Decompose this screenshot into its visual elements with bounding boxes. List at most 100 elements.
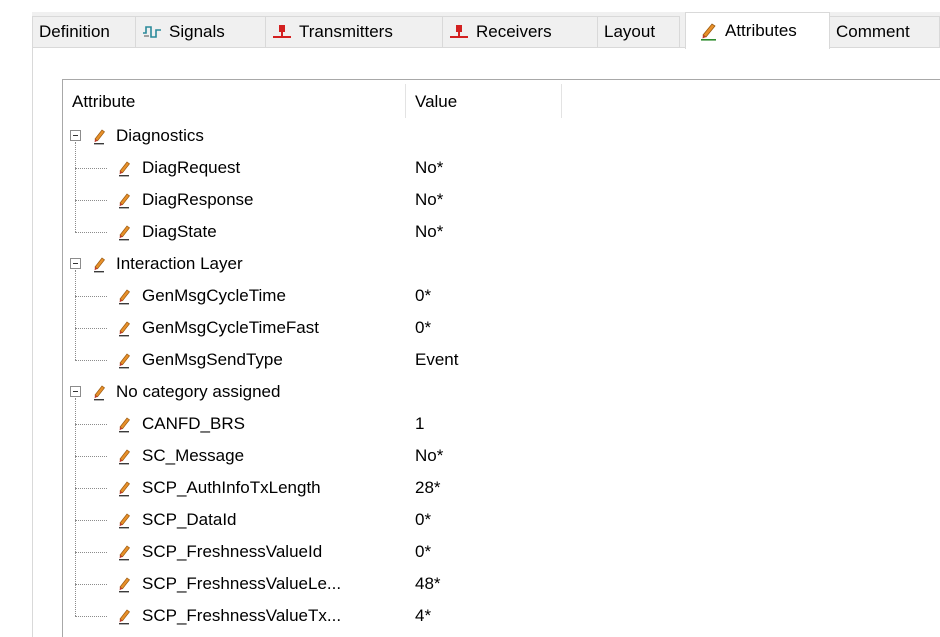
column-header-attribute[interactable]: Attribute xyxy=(63,80,405,120)
tab-signals[interactable]: Signals xyxy=(135,16,266,47)
tree-group-row[interactable]: Interaction Layer xyxy=(63,248,623,280)
attribute-name: SCP_FreshnessValueLe... xyxy=(142,574,342,593)
signals-icon xyxy=(142,24,162,40)
tab-definition[interactable]: Definition xyxy=(32,16,136,47)
tree-guide-line xyxy=(75,142,76,232)
attribute-pencil-icon xyxy=(93,255,107,278)
attribute-name: GenMsgSendType xyxy=(142,350,283,369)
attribute-name: GenMsgCycleTimeFast xyxy=(142,318,319,337)
attribute-value[interactable]: 48* xyxy=(415,568,441,600)
attribute-value[interactable]: 0* xyxy=(415,312,431,344)
attribute-name: SCP_FreshnessValueId xyxy=(142,542,323,561)
attribute-value[interactable]: No* xyxy=(415,184,443,216)
group-label: Interaction Layer xyxy=(116,254,243,273)
attribute-name: SCP_FreshnessValueTx... xyxy=(142,606,342,625)
tab-transmitters[interactable]: Transmitters xyxy=(265,16,443,47)
attribute-value[interactable]: 0* xyxy=(415,280,431,312)
tree-group-row[interactable]: Diagnostics xyxy=(63,120,623,152)
collapse-icon[interactable] xyxy=(70,130,81,141)
attribute-name: DiagState xyxy=(142,222,217,241)
tree-guide-line xyxy=(75,616,107,617)
tree-row[interactable]: GenMsgCycleTimeFast 0* xyxy=(63,312,623,344)
attribute-name: CANFD_BRS xyxy=(142,414,245,433)
attribute-pencil-icon xyxy=(118,447,132,470)
tree-row[interactable]: DiagResponse No* xyxy=(63,184,623,216)
tree-guide-line xyxy=(75,488,107,489)
attribute-value[interactable]: No* xyxy=(415,440,443,472)
tab-label: Attributes xyxy=(725,21,797,40)
attribute-name: SCP_DataId xyxy=(142,510,237,529)
attribute-value[interactable]: No* xyxy=(415,152,443,184)
tree-guide-line xyxy=(75,168,107,169)
attribute-value[interactable]: 28* xyxy=(415,472,441,504)
attribute-pencil-icon xyxy=(118,479,132,502)
transmitter-icon xyxy=(272,24,292,40)
attribute-pencil-icon xyxy=(118,543,132,566)
attribute-name: SCP_AuthInfoTxLength xyxy=(142,478,321,497)
tab-layout[interactable]: Layout xyxy=(597,16,680,47)
tab-receivers[interactable]: Receivers xyxy=(442,16,598,47)
attribute-pencil-icon xyxy=(118,191,132,214)
tree-guide-line xyxy=(75,584,107,585)
tree-row[interactable]: DiagRequest No* xyxy=(63,152,623,184)
tab-label: Signals xyxy=(169,22,225,41)
tree-guide-line xyxy=(75,270,76,360)
attribute-pencil-icon xyxy=(118,319,132,342)
attribute-pencil-icon xyxy=(93,127,107,150)
tree-row[interactable]: SC_Message No* xyxy=(63,440,623,472)
attribute-name: GenMsgCycleTime xyxy=(142,286,286,305)
tree-guide-line xyxy=(75,398,76,616)
content-panel-border xyxy=(32,48,33,637)
receiver-icon xyxy=(449,24,469,40)
tab-label: Transmitters xyxy=(299,22,393,41)
tree-row[interactable]: DiagState No* xyxy=(63,216,623,248)
tab-label: Comment xyxy=(836,22,910,41)
tab-attributes[interactable]: Attributes xyxy=(685,12,830,49)
tree-row[interactable]: GenMsgSendType Event xyxy=(63,344,623,376)
tab-label: Definition xyxy=(39,22,110,41)
tab-comment[interactable]: Comment xyxy=(829,16,940,47)
tree-guide-line xyxy=(75,296,107,297)
tree-guide-line xyxy=(75,232,107,233)
tree-guide-line xyxy=(75,456,107,457)
collapse-icon[interactable] xyxy=(70,386,81,397)
tab-bar: Definition Signals Transmitters Receiver… xyxy=(32,12,940,49)
attribute-pencil-icon xyxy=(118,351,132,374)
attribute-pencil-icon xyxy=(118,287,132,310)
tree-row[interactable]: SCP_FreshnessValueId 0* xyxy=(63,536,623,568)
attribute-value[interactable]: 0* xyxy=(415,536,431,568)
attribute-pencil-icon xyxy=(118,159,132,182)
tree-row[interactable]: CANFD_BRS 1 xyxy=(63,408,623,440)
tree-row[interactable]: SCP_FreshnessValueLe... 48* xyxy=(63,568,623,600)
attribute-name: DiagResponse xyxy=(142,190,254,209)
tree-row[interactable]: SCP_FreshnessValueTx... 4* xyxy=(63,600,623,632)
tree-row[interactable]: SCP_AuthInfoTxLength 28* xyxy=(63,472,623,504)
tree-group-row[interactable]: No category assigned xyxy=(63,376,623,408)
group-label: No category assigned xyxy=(116,382,281,401)
tree-row[interactable]: SCP_DataId 0* xyxy=(63,504,623,536)
attribute-value[interactable]: 4* xyxy=(415,600,431,632)
attribute-pencil-icon xyxy=(118,511,132,534)
attribute-pencil-icon xyxy=(118,415,132,438)
tree-header: Attribute Value xyxy=(63,80,940,120)
attributes-tree[interactable]: Attribute Value Diagnostics DiagRequest No… xyxy=(62,79,940,637)
attribute-pencil-icon xyxy=(118,223,132,246)
attribute-value[interactable]: 1 xyxy=(415,408,424,440)
tree-guide-line xyxy=(75,200,107,201)
group-label: Diagnostics xyxy=(116,126,204,145)
attribute-value[interactable]: Event xyxy=(415,344,458,376)
tab-label: Receivers xyxy=(476,22,552,41)
attribute-pencil-icon xyxy=(93,383,107,406)
tree-guide-line xyxy=(75,520,107,521)
tree-guide-line xyxy=(75,424,107,425)
tree-row[interactable]: GenMsgCycleTime 0* xyxy=(63,280,623,312)
attribute-value[interactable]: 0* xyxy=(415,504,431,536)
attribute-name: SC_Message xyxy=(142,446,245,465)
collapse-icon[interactable] xyxy=(70,258,81,269)
column-separator xyxy=(561,84,562,118)
tree-guide-line xyxy=(75,552,107,553)
attribute-pencil-icon xyxy=(118,607,132,630)
attribute-value[interactable]: No* xyxy=(415,216,443,248)
column-header-value[interactable]: Value xyxy=(406,80,561,120)
tree-guide-line xyxy=(75,328,107,329)
